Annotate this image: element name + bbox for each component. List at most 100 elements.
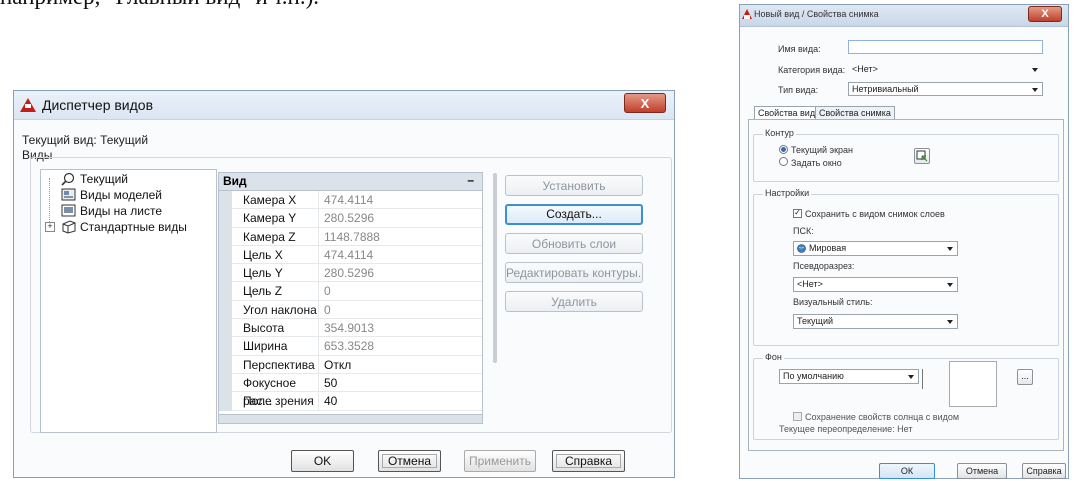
save-layers-checkbox[interactable]: ✓ bbox=[793, 209, 802, 218]
pick-window-icon bbox=[916, 150, 928, 162]
property-row[interactable]: Фокусное рас... 50 bbox=[219, 373, 482, 408]
property-row[interactable]: Перспектива Откл bbox=[219, 355, 482, 374]
property-value[interactable]: 1148.7888 bbox=[318, 227, 482, 246]
background-select[interactable]: По умолчанию bbox=[779, 369, 919, 384]
layout-views-icon bbox=[61, 204, 76, 217]
help-button[interactable]: Справка bbox=[1022, 463, 1066, 479]
property-name: Ширина bbox=[232, 337, 318, 356]
close-button[interactable]: X bbox=[624, 93, 666, 113]
property-name: Цель X bbox=[232, 246, 318, 265]
current-display-label: Текущий экран bbox=[791, 145, 854, 155]
tree-item-label: Текущий bbox=[80, 172, 128, 186]
property-value[interactable]: 474.4114 bbox=[318, 191, 482, 210]
ucs-label: ПСК: bbox=[793, 226, 814, 236]
close-button[interactable]: X bbox=[1028, 6, 1062, 22]
set-current-button[interactable]: Установить bbox=[505, 175, 643, 196]
help-button[interactable]: Справка bbox=[552, 450, 625, 472]
row-gutter bbox=[219, 319, 232, 338]
property-value[interactable]: 50 bbox=[318, 373, 482, 393]
autocad-logo-icon bbox=[742, 9, 752, 19]
property-row[interactable]: Камера Z 1148.7888 bbox=[219, 227, 482, 246]
property-row[interactable]: Камера X 474.4114 bbox=[219, 191, 482, 210]
property-value[interactable]: 280.5296 bbox=[318, 264, 482, 283]
new-view-dialog: Новый вид / Свойства снимка X Имя вида: … bbox=[739, 4, 1069, 479]
property-value[interactable]: 474.4114 bbox=[318, 245, 482, 265]
property-row[interactable]: Цель Y 280.5296 bbox=[219, 264, 482, 283]
delete-button[interactable]: Удалить bbox=[505, 291, 643, 312]
cancel-button[interactable]: Отмена bbox=[378, 450, 441, 472]
property-row[interactable]: Цель X 474.4114 bbox=[219, 245, 482, 265]
tab-view-properties[interactable]: Свойства вида bbox=[754, 106, 825, 120]
property-row[interactable]: Поле зрения 40 bbox=[219, 392, 482, 411]
autocad-logo-icon bbox=[20, 98, 36, 112]
chevron-down-icon bbox=[1032, 88, 1038, 92]
property-value[interactable]: 40 bbox=[318, 392, 482, 411]
ok-button[interactable]: OK bbox=[291, 450, 354, 472]
category-value: <Нет> bbox=[852, 64, 878, 74]
property-name: Высота bbox=[232, 319, 318, 338]
title-bar: Новый вид / Свойства снимка X bbox=[740, 5, 1068, 27]
ok-button[interactable]: ОК bbox=[879, 463, 935, 479]
define-window-button[interactable] bbox=[914, 148, 930, 164]
expand-standard-views-icon[interactable]: + bbox=[45, 222, 55, 232]
tab-shot-properties[interactable]: Свойства снимка bbox=[815, 106, 895, 119]
live-section-select[interactable]: <Нет> bbox=[793, 277, 958, 292]
property-value[interactable]: 0 bbox=[318, 282, 482, 301]
row-gutter bbox=[219, 373, 232, 393]
current-display-radio[interactable] bbox=[779, 145, 788, 154]
standard-views-icon bbox=[62, 220, 76, 234]
property-name: Камера X bbox=[232, 191, 318, 210]
browse-button[interactable]: ... bbox=[1017, 369, 1033, 385]
property-name: Камера Z bbox=[232, 228, 318, 246]
tab-panel: Контур Текущий экран Задать окно Настрой… bbox=[748, 119, 1064, 451]
property-value[interactable]: 354.9013 bbox=[318, 319, 482, 338]
property-value[interactable]: 280.5296 bbox=[318, 209, 482, 228]
live-section-value: <Нет> bbox=[797, 279, 823, 289]
visual-style-select[interactable]: Текущий bbox=[793, 314, 958, 329]
row-gutter bbox=[219, 191, 232, 210]
property-name: Поле зрения bbox=[232, 392, 318, 411]
apply-button[interactable]: Применить bbox=[464, 450, 536, 472]
view-type-select[interactable]: Нетривиальный bbox=[848, 82, 1043, 96]
property-value[interactable]: 653.3528 bbox=[318, 337, 482, 356]
grid-header[interactable]: Вид – bbox=[219, 173, 482, 191]
visual-style-label: Визуальный стиль: bbox=[793, 297, 873, 307]
boundary-title: Контур bbox=[763, 128, 796, 138]
new-button[interactable]: Создать... bbox=[505, 204, 643, 225]
property-row[interactable]: Цель Z0 bbox=[219, 282, 482, 301]
property-row[interactable]: Высота 354.9013 bbox=[219, 319, 482, 338]
property-name: Угол наклона bbox=[232, 301, 318, 320]
row-gutter bbox=[219, 264, 232, 283]
dialog-title: Новый вид / Свойства снимка bbox=[754, 9, 879, 19]
category-select[interactable]: <Нет> bbox=[848, 62, 1043, 76]
save-layers-label: Сохранить с видом снимок слоев bbox=[805, 209, 945, 219]
property-name: Цель Z bbox=[232, 282, 318, 301]
vertical-scrollbar[interactable] bbox=[493, 173, 497, 363]
view-type-label: Тип вида: bbox=[778, 85, 819, 95]
collapse-icon[interactable]: – bbox=[467, 173, 474, 187]
live-section-label: Псевдоразрез: bbox=[793, 261, 855, 271]
define-window-radio[interactable] bbox=[779, 157, 788, 166]
save-sun-checkbox[interactable] bbox=[793, 412, 802, 421]
grid-footer bbox=[219, 414, 482, 423]
update-layers-button[interactable]: Обновить слои bbox=[505, 233, 643, 254]
views-tree[interactable]: + Текущий Виды моделей Виды на листе Ста… bbox=[40, 169, 217, 433]
chevron-down-icon bbox=[947, 283, 953, 287]
grid-body: Камера X 474.4114 Камера Y 280.5296 Камера Z… bbox=[219, 191, 482, 411]
property-row[interactable]: Ширина 653.3528 bbox=[219, 337, 482, 356]
grid-header-label: Вид bbox=[223, 174, 247, 188]
globe-icon bbox=[797, 244, 806, 253]
property-row[interactable]: Угол наклона 0 bbox=[219, 300, 482, 320]
property-value[interactable]: Откл bbox=[318, 355, 482, 374]
ucs-select[interactable]: Мировая bbox=[793, 241, 958, 256]
edit-boundaries-button[interactable]: Редактировать контуры... bbox=[505, 262, 643, 283]
view-name-input[interactable] bbox=[848, 40, 1043, 54]
property-row[interactable]: Камера Y 280.5296 bbox=[219, 209, 482, 228]
property-name: Фокусное рас... bbox=[232, 374, 318, 408]
tree-item-label: Стандартные виды bbox=[80, 220, 187, 234]
row-gutter bbox=[219, 300, 232, 320]
magnifier-icon bbox=[61, 172, 75, 186]
property-value[interactable]: 0 bbox=[318, 300, 482, 320]
title-bar: Диспетчер видов X bbox=[14, 91, 674, 120]
cancel-button[interactable]: Отмена bbox=[957, 463, 1007, 479]
